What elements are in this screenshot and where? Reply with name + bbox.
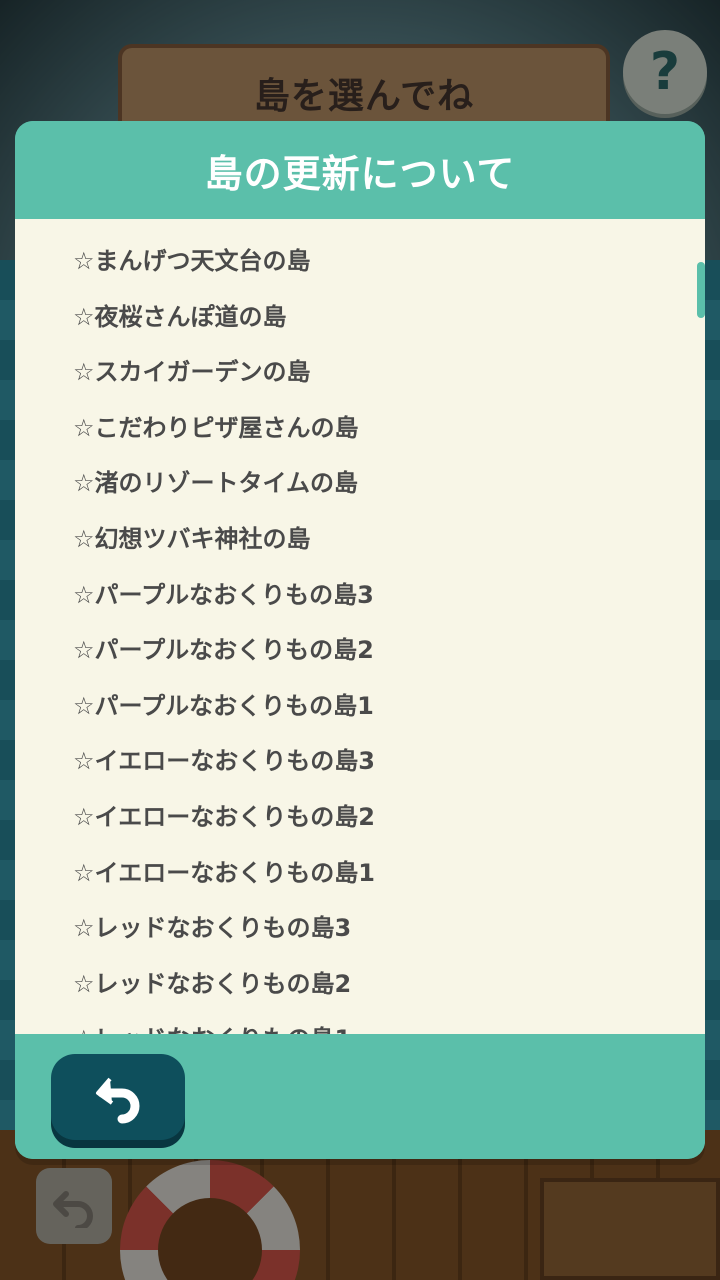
dialog-header: 島の更新について bbox=[15, 121, 705, 219]
list-item: ☆レッドなおくりもの島2 bbox=[73, 969, 352, 998]
list-item: ☆夜桜さんぽ道の島 bbox=[73, 302, 287, 331]
island-list-panel[interactable]: ☆まんげつ天文台の島 ☆夜桜さんぽ道の島 ☆スカイガーデンの島 ☆こだわりピザ屋… bbox=[15, 219, 705, 1034]
list-item: ☆渚のリゾートタイムの島 bbox=[73, 469, 359, 498]
back-button[interactable] bbox=[51, 1054, 185, 1140]
list-item: ☆幻想ツバキ神社の島 bbox=[73, 524, 311, 553]
list-item: ☆イエローなおくりもの島2 bbox=[73, 802, 375, 831]
list-item: ☆イエローなおくりもの島1 bbox=[73, 858, 375, 887]
list-item: ☆イエローなおくりもの島3 bbox=[73, 747, 375, 776]
list-item: ☆パープルなおくりもの島2 bbox=[73, 636, 374, 665]
dialog-title: 島の更新について bbox=[204, 151, 516, 196]
list-item: ☆パープルなおくりもの島3 bbox=[73, 580, 374, 609]
island-list: ☆まんげつ天文台の島 ☆夜桜さんぽ道の島 ☆スカイガーデンの島 ☆こだわりピザ屋… bbox=[73, 241, 375, 1034]
list-item: ☆こだわりピザ屋さんの島 bbox=[73, 413, 359, 442]
list-item: ☆レッドなおくりもの島3 bbox=[73, 914, 352, 943]
list-item: ☆パープルなおくりもの島1 bbox=[73, 691, 374, 720]
scrollbar-thumb[interactable] bbox=[697, 262, 705, 318]
list-item: ☆スカイガーデンの島 bbox=[73, 358, 311, 387]
list-item: ☆まんげつ天文台の島 bbox=[73, 247, 311, 275]
update-info-dialog: 島の更新について ☆まんげつ天文台の島 ☆夜桜さんぽ道の島 ☆スカイガーデンの島… bbox=[15, 121, 705, 1159]
scrollbar[interactable] bbox=[695, 219, 705, 1034]
list-item: ☆レッドなおくりもの島1 bbox=[73, 1019, 375, 1034]
dialog-footer bbox=[15, 1034, 705, 1159]
undo-arrow-icon bbox=[96, 1077, 140, 1124]
